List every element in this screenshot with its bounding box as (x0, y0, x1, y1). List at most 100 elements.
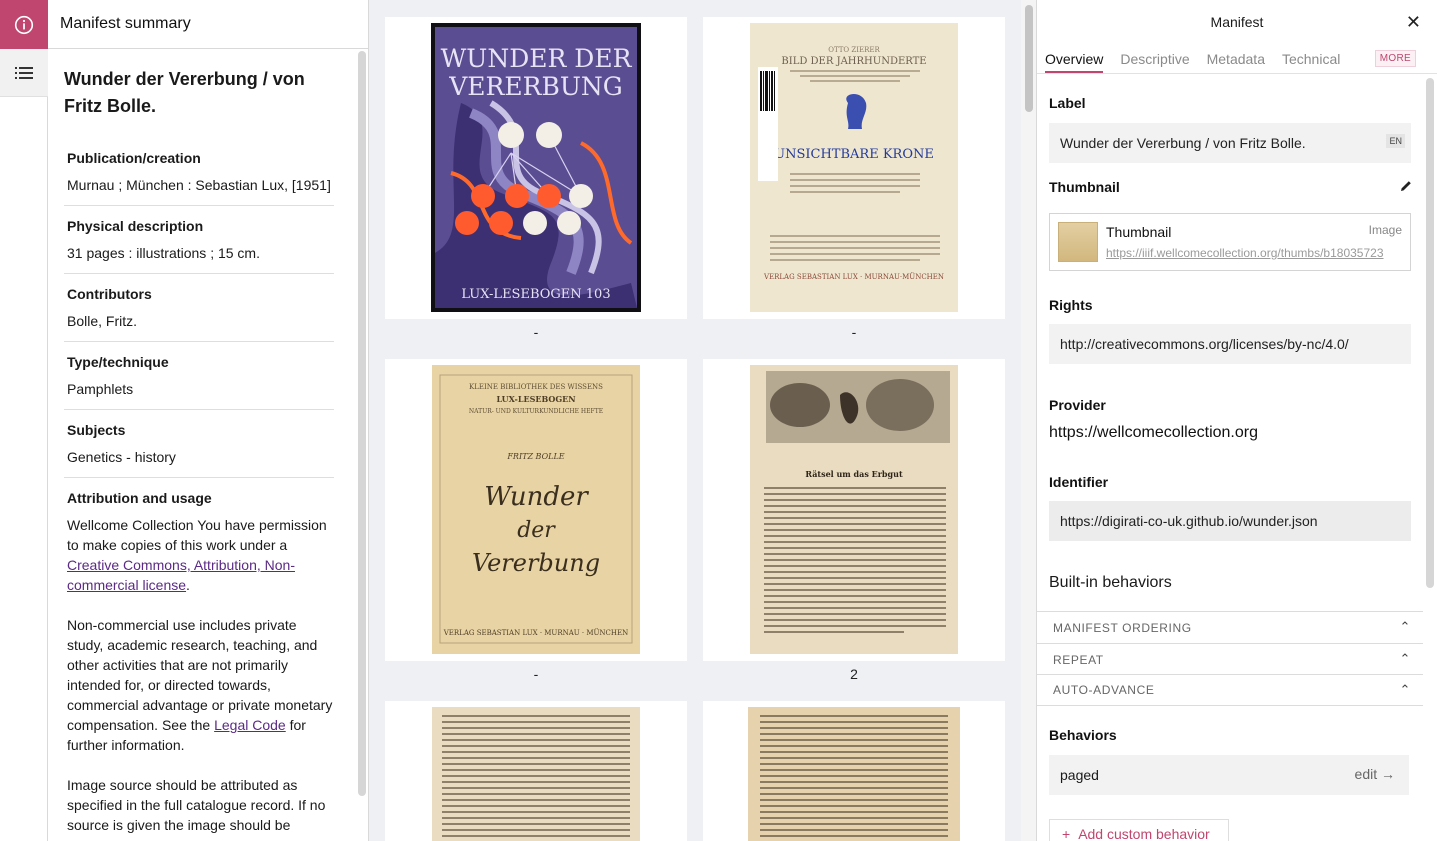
attribution-paragraph: Wellcome Collection You have permission … (67, 515, 334, 595)
canvas-card-5[interactable] (385, 701, 687, 841)
attribution-text: . (186, 577, 190, 593)
builtin-behaviors-heading: Built-in behaviors (1049, 574, 1172, 591)
label-heading: Label (1049, 95, 1086, 111)
plus-icon: + (1062, 826, 1071, 841)
accordion-manifest-ordering[interactable]: MANIFEST ORDERING ⌃ (1037, 611, 1423, 643)
cover-series: LUX-LESEBOGEN 103 (461, 287, 610, 302)
canvas-grid: WUNDER DER VERERBUNG LUX-LESEBOGEN 103 -… (369, 0, 1021, 841)
icon-rail (0, 0, 48, 841)
accordion-label: REPEAT (1053, 652, 1104, 667)
page2-publisher: VERLAG SEBASTIAN LUX · MURNAU·MÜNCHEN (763, 272, 944, 281)
meta-label: Physical description (67, 218, 204, 234)
label-value: Wunder der Vererbung / von Fritz Bolle. (1060, 135, 1306, 151)
provider-heading: Provider (1049, 397, 1106, 413)
list-rail-button[interactable] (0, 49, 48, 97)
noncommercial-paragraph: Non-commercial use includes private stud… (67, 615, 334, 755)
manifest-editor-panel: Manifest ✕ Overview Descriptive Metadata… (1036, 0, 1437, 841)
canvas-caption: - (533, 666, 539, 682)
thumbnail-image (1058, 222, 1098, 262)
canvas-thumbnail: WUNDER DER VERERBUNG LUX-LESEBOGEN 103 (431, 23, 641, 312)
page2-author: OTTO ZIERER (828, 46, 880, 54)
panel-header: Manifest ✕ (1037, 0, 1437, 44)
add-behavior-label: Add custom behavior (1078, 826, 1210, 841)
canvas-caption: - (851, 324, 857, 340)
meta-type: Type/technique Pamphlets (64, 342, 334, 410)
provider-value: https://wellcomecollection.org (1049, 424, 1258, 441)
page2-title: BILD DER JAHRHUNDERTE (781, 56, 926, 67)
manifest-title: Wunder der Vererbung / von Fritz Bolle. (64, 69, 305, 116)
tab-descriptive[interactable]: Descriptive (1120, 44, 1189, 73)
label-section: Label Wunder der Vererbung / von Fritz B… (1049, 95, 1411, 163)
more-tabs-button[interactable]: MORE (1374, 50, 1416, 67)
thumbnail-info: Thumbnail https://iiif.wellcomecollectio… (1106, 224, 1402, 260)
canvas-card-3[interactable]: KLEINE BIBLIOTHEK DES WISSENS LUX-LESEBO… (385, 359, 687, 661)
meta-contributors: Contributors Bolle, Fritz. (64, 274, 334, 342)
summary-scrollbar[interactable] (358, 49, 366, 799)
meta-value: 31 pages : illustrations ; 15 cm. (67, 245, 260, 261)
page3-publisher: VERLAG SEBASTIAN LUX · MURNAU · MÜNCHEN (443, 628, 629, 637)
list-icon (15, 66, 33, 79)
close-icon[interactable]: ✕ (1406, 12, 1421, 33)
accordion-label: MANIFEST ORDERING (1053, 620, 1192, 635)
label-field[interactable]: Wunder der Vererbung / von Fritz Bolle. … (1049, 123, 1411, 163)
canvas-thumbnail: KLEINE BIBLIOTHEK DES WISSENS LUX-LESEBO… (432, 365, 640, 654)
license-link[interactable]: Creative Commons, Attribution, Non-comme… (67, 557, 295, 593)
summary-header: Manifest summary (48, 0, 368, 49)
summary-body: Wunder der Vererbung / von Fritz Bolle. … (48, 49, 356, 841)
canvas-card-6[interactable] (703, 701, 1005, 841)
rights-section: Rights http://creativecommons.org/licens… (1049, 297, 1411, 364)
rights-field[interactable]: http://creativecommons.org/licenses/by-n… (1049, 324, 1411, 364)
thumbnail-section: Thumbnail Thumbnail https://iiif.wellcom… (1049, 179, 1411, 271)
page2-subtitle: UNSICHTBARE KRONE (774, 147, 934, 162)
canvas-card-4[interactable]: Rätsel um das Erbgut (703, 359, 1005, 661)
pencil-icon[interactable] (1399, 179, 1413, 198)
identifier-field: https://digirati-co-uk.github.io/wunder.… (1049, 501, 1411, 541)
meta-value: Murnau ; München : Sebastian Lux, [1951] (67, 177, 331, 193)
meta-publication: Publication/creation Murnau ; München : … (64, 138, 334, 206)
meta-label: Type/technique (67, 354, 169, 370)
arrow-right-icon: → (1381, 766, 1395, 782)
behaviors-section: Behaviors paged edit → (1049, 727, 1411, 795)
tab-overview[interactable]: Overview (1045, 44, 1104, 73)
panel-title: Manifest (1210, 14, 1264, 30)
legal-code-link[interactable]: Legal Code (214, 717, 286, 733)
meta-value: Pamphlets (67, 381, 134, 397)
add-custom-behavior-button[interactable]: + Add custom behavior (1049, 819, 1229, 841)
canvas-card-2[interactable]: OTTO ZIERER BILD DER JAHRHUNDERTE UNSICH… (703, 17, 1005, 319)
thumbnail-card[interactable]: Thumbnail https://iiif.wellcomecollectio… (1049, 213, 1411, 271)
attribution-text: Wellcome Collection You have permission … (67, 517, 327, 553)
chevron-up-icon: ⌃ (1399, 682, 1411, 697)
panel-scrollbar[interactable] (1426, 78, 1434, 588)
canvas-caption: 2 (850, 666, 858, 682)
cover-art-image: WUNDER DER VERERBUNG LUX-LESEBOGEN 103 (435, 27, 637, 308)
thumbnail-type: Image (1368, 223, 1402, 237)
accordion-auto-advance[interactable]: AUTO-ADVANCE ⌃ (1037, 674, 1423, 706)
thumbnail-heading: Thumbnail (1049, 179, 1120, 195)
image-source-paragraph: Image source should be attributed as spe… (67, 777, 326, 833)
meta-label: Subjects (67, 422, 126, 438)
thumbnail-url[interactable]: https://iiif.wellcomecollection.org/thum… (1106, 246, 1402, 260)
text-page-image (442, 715, 630, 837)
meta-label: Contributors (67, 286, 152, 302)
tab-bar: Overview Descriptive Metadata Technical … (1037, 44, 1437, 74)
accordion-repeat[interactable]: REPEAT ⌃ (1037, 643, 1423, 675)
attribution-label: Attribution and usage (67, 490, 212, 506)
identifier-section: Identifier https://digirati-co-uk.github… (1049, 474, 1411, 541)
canvas-thumbnail: Rätsel um das Erbgut (750, 365, 958, 654)
behavior-edit-button[interactable]: edit → (1355, 766, 1395, 782)
canvas-caption: - (533, 324, 539, 340)
tab-metadata[interactable]: Metadata (1207, 44, 1265, 73)
page3-script2: der (517, 518, 556, 543)
back-cover-image: OTTO ZIERER BILD DER JAHRHUNDERTE UNSICH… (758, 46, 944, 281)
meta-value: Bolle, Fritz. (67, 313, 138, 329)
page3-series3: NATUR- UND KULTURKUNDLICHE HEFTE (469, 408, 603, 415)
info-icon (14, 15, 34, 34)
behaviors-heading: Behaviors (1049, 727, 1117, 743)
canvas-card-1[interactable]: WUNDER DER VERERBUNG LUX-LESEBOGEN 103 (385, 17, 687, 319)
canvas-thumbnail (748, 707, 960, 841)
behavior-value: paged (1060, 767, 1099, 783)
info-rail-button[interactable] (0, 0, 48, 49)
tab-technical[interactable]: Technical (1282, 44, 1340, 73)
grid-scrollbar[interactable] (1021, 0, 1036, 841)
edit-label: edit (1354, 766, 1378, 782)
